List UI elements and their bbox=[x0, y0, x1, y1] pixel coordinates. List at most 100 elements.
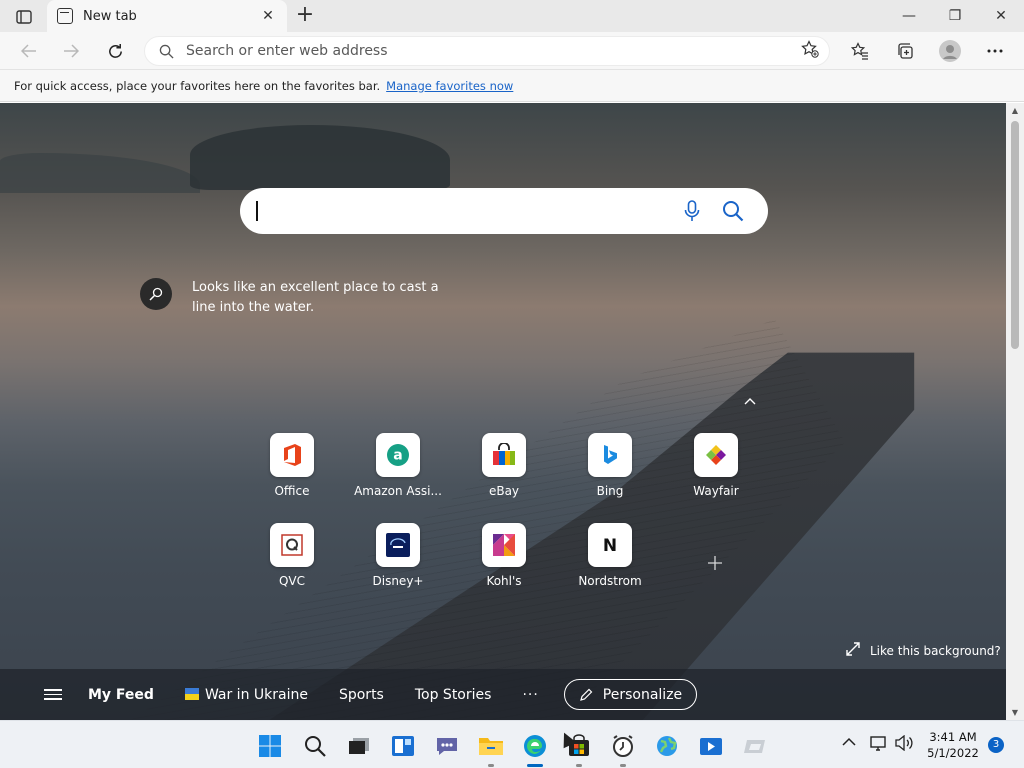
menu-icon[interactable] bbox=[44, 686, 62, 703]
restore-button[interactable]: ❐ bbox=[932, 0, 978, 32]
tab-close-button[interactable]: ✕ bbox=[259, 8, 277, 24]
taskbar: 3:41 AM 5/1/2022 3 bbox=[0, 720, 1024, 768]
chat-button[interactable] bbox=[430, 729, 464, 763]
add-favorite-button[interactable] bbox=[801, 40, 819, 62]
task-view-icon bbox=[349, 738, 369, 754]
feed-tab-top-stories[interactable]: Top Stories bbox=[415, 687, 492, 703]
tab-strip: New tab ✕ + — ❐ ✕ bbox=[0, 0, 1024, 32]
tab-title: New tab bbox=[83, 8, 137, 24]
notification-badge[interactable]: 3 bbox=[988, 737, 1004, 753]
back-button[interactable] bbox=[14, 36, 44, 66]
snip-icon bbox=[744, 740, 765, 753]
personalize-button[interactable]: Personalize bbox=[563, 679, 698, 710]
running-indicator bbox=[488, 764, 494, 767]
search-icon bbox=[723, 201, 744, 222]
feed-more-button[interactable]: ··· bbox=[522, 687, 538, 703]
movies-tv-button[interactable] bbox=[694, 729, 728, 763]
expand-icon bbox=[846, 642, 860, 660]
quick-link-nordstrom[interactable]: N Nordstrom bbox=[565, 523, 655, 588]
clock-time: 3:41 AM bbox=[929, 730, 977, 744]
widgets-button[interactable] bbox=[386, 729, 420, 763]
running-indicator bbox=[576, 764, 582, 767]
feed-tab-my-feed[interactable]: My Feed bbox=[88, 687, 154, 703]
clock-date: 5/1/2022 bbox=[927, 746, 979, 760]
feed-tab-sports[interactable]: Sports bbox=[339, 687, 384, 703]
bing-icon bbox=[588, 433, 632, 477]
favorites-bar-message: For quick access, place your favorites h… bbox=[14, 78, 381, 93]
taskbar-search-button[interactable] bbox=[298, 729, 332, 763]
task-view-button[interactable] bbox=[342, 729, 376, 763]
ukraine-flag-icon bbox=[184, 687, 199, 700]
quick-link-label: Disney+ bbox=[372, 574, 424, 588]
snipping-tool-button[interactable] bbox=[738, 729, 772, 763]
star-add-icon bbox=[801, 40, 819, 58]
quick-link-office[interactable]: Office bbox=[247, 433, 337, 498]
svg-text:a: a bbox=[393, 448, 402, 464]
favorites-bar: For quick access, place your favorites h… bbox=[0, 70, 1024, 102]
tab-actions-button[interactable] bbox=[8, 6, 40, 28]
system-clock[interactable]: 3:41 AM 5/1/2022 bbox=[922, 729, 984, 761]
quick-link-label: Kohl's bbox=[486, 574, 522, 588]
manage-favorites-link[interactable]: Manage favorites now bbox=[386, 79, 513, 93]
collections-button[interactable] bbox=[890, 36, 920, 66]
background-shore bbox=[0, 153, 200, 193]
feed-tab-label: War in Ukraine bbox=[204, 686, 308, 703]
new-tab-page: Looks like an excellent place to cast a … bbox=[0, 103, 1006, 720]
address-placeholder: Search or enter web address bbox=[186, 43, 388, 59]
background-info[interactable]: Looks like an excellent place to cast a … bbox=[140, 278, 462, 318]
web-search-box[interactable] bbox=[240, 188, 768, 234]
minimize-button[interactable]: — bbox=[886, 0, 932, 32]
favorites-icon bbox=[851, 42, 868, 60]
show-hidden-icons-button[interactable] bbox=[842, 735, 856, 751]
folder-icon bbox=[479, 738, 503, 755]
voice-search-button[interactable] bbox=[684, 200, 700, 226]
edge-taskbar-button[interactable] bbox=[518, 729, 552, 767]
quick-link-label: eBay bbox=[488, 484, 520, 498]
scrollbar-thumb[interactable] bbox=[1011, 121, 1019, 349]
network-icon bbox=[870, 736, 886, 751]
quick-link-bing[interactable]: Bing bbox=[565, 433, 655, 498]
quick-link-ebay[interactable]: eBay bbox=[459, 433, 549, 498]
search-icon bbox=[305, 736, 326, 757]
office-icon bbox=[270, 433, 314, 477]
background-info-button[interactable] bbox=[140, 278, 172, 310]
quick-link-label: Amazon Assi... bbox=[354, 484, 442, 498]
kohls-icon bbox=[482, 523, 526, 567]
clock-app-button[interactable] bbox=[606, 729, 640, 767]
tab-new-tab[interactable]: New tab ✕ bbox=[47, 0, 287, 32]
quick-link-qvc[interactable]: QVC bbox=[247, 523, 337, 588]
start-button[interactable] bbox=[253, 729, 287, 763]
network-button[interactable] bbox=[870, 735, 888, 755]
favorites-button[interactable] bbox=[845, 36, 875, 66]
maps-button[interactable] bbox=[650, 729, 684, 763]
quick-link-kohls[interactable]: Kohl's bbox=[459, 523, 549, 588]
add-quick-link-button[interactable] bbox=[704, 549, 726, 577]
search-submit-button[interactable] bbox=[722, 200, 744, 226]
scroll-up-button[interactable]: ▲ bbox=[1006, 106, 1024, 115]
quick-link-label: Wayfair bbox=[693, 484, 739, 498]
profile-button[interactable] bbox=[935, 36, 965, 66]
file-explorer-button[interactable] bbox=[474, 729, 508, 767]
scroll-down-button[interactable]: ▼ bbox=[1006, 708, 1024, 717]
like-background-button[interactable]: Like this background? bbox=[846, 642, 1001, 660]
feed-tab-war-in-ukraine[interactable]: War in Ukraine bbox=[184, 686, 308, 703]
settings-more-button[interactable] bbox=[980, 36, 1010, 66]
collapse-quick-links-button[interactable] bbox=[740, 393, 760, 409]
quick-link-disney-plus[interactable]: Disney+ bbox=[353, 523, 443, 588]
page-scrollbar[interactable]: ▲ ▼ bbox=[1006, 103, 1024, 720]
quick-link-amazon-assistant[interactable]: a Amazon Assi... bbox=[353, 433, 443, 498]
chevron-up-icon bbox=[842, 737, 856, 746]
personalize-label: Personalize bbox=[602, 686, 683, 703]
background-trees bbox=[190, 125, 450, 190]
nordstrom-icon: N bbox=[588, 523, 632, 567]
forward-button[interactable] bbox=[56, 36, 86, 66]
close-window-button[interactable]: ✕ bbox=[978, 0, 1024, 32]
address-bar[interactable]: Search or enter web address bbox=[144, 36, 830, 66]
collections-icon bbox=[898, 43, 913, 59]
alarm-clock-icon bbox=[613, 735, 633, 757]
refresh-button[interactable] bbox=[100, 36, 130, 66]
pencil-icon bbox=[579, 688, 593, 701]
quick-link-wayfair[interactable]: Wayfair bbox=[671, 433, 761, 498]
new-tab-button[interactable]: + bbox=[293, 4, 317, 28]
volume-button[interactable] bbox=[894, 734, 914, 755]
